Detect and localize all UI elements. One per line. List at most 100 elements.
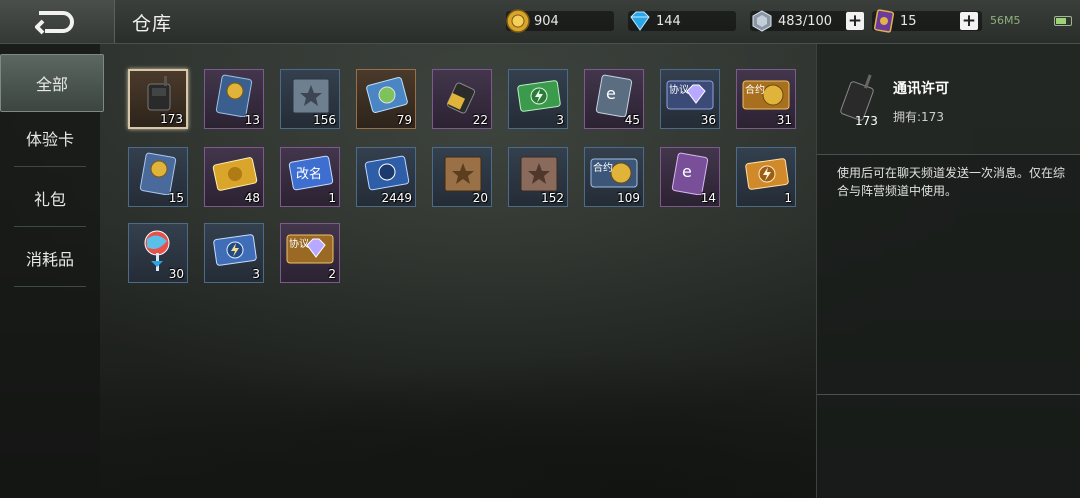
agreement-diamond-icon: 协议 — [666, 80, 714, 110]
gold-star-book-icon — [444, 156, 482, 192]
gold-walkie-talkie-icon — [446, 82, 476, 114]
item-count: 36 — [700, 113, 716, 127]
item-slot[interactable]: 173 — [128, 69, 188, 129]
background-hills — [100, 328, 816, 498]
item-slot[interactable]: 22 — [432, 69, 492, 129]
diamond-resource: 144 — [628, 10, 736, 32]
double-gold-card-icon — [139, 152, 177, 195]
tab-label: 消耗品 — [25, 250, 74, 269]
category-sidebar: 全部 体验卡 礼包 消耗品 — [0, 44, 104, 498]
item-slot[interactable]: 48 — [204, 147, 264, 207]
diamond-value: 144 — [656, 13, 681, 29]
detail-owned: 拥有:173 — [893, 110, 944, 124]
item-detail-panel: 173 通讯许可 拥有:173 使用后可在聊天频道发送一次消息。仅在综合与阵营频… — [816, 44, 1080, 498]
item-count: 3 — [252, 267, 260, 281]
top-bar: 仓库 904 144 483/100 + 15 + 56M5 — [0, 0, 1080, 44]
detail-divider — [817, 394, 1080, 395]
back-arrow-icon — [35, 10, 74, 34]
blue-badge-ticket-icon — [364, 155, 410, 191]
item-slot[interactable]: e 45 — [584, 69, 644, 129]
item-count: 22 — [472, 113, 488, 127]
item-slot[interactable]: 协议 2 — [280, 223, 340, 283]
battery-icon — [1054, 16, 1072, 26]
item-slot[interactable]: 152 — [508, 147, 568, 207]
item-slot[interactable]: 79 — [356, 69, 416, 129]
item-count: 152 — [541, 191, 564, 205]
diamond-icon — [630, 11, 650, 31]
ticket-card-icon — [873, 9, 895, 33]
item-count: 15 — [168, 191, 184, 205]
add-ticket-button[interactable]: + — [960, 12, 978, 30]
crystal-value: 483/100 — [778, 13, 833, 29]
blue-lightning-card-icon — [213, 234, 257, 266]
item-slot[interactable]: 合约 31 — [736, 69, 796, 129]
tab-all[interactable]: 全部 — [0, 54, 104, 112]
detail-header: 173 通讯许可 拥有:173 — [817, 44, 1080, 155]
item-count: 79 — [396, 113, 412, 127]
tab-label: 礼包 — [33, 190, 66, 209]
item-count: 3 — [556, 113, 564, 127]
item-slot[interactable]: 改名 1 — [280, 147, 340, 207]
svg-text:e: e — [606, 84, 616, 103]
item-slot[interactable]: 13 — [204, 69, 264, 129]
item-count: 1 — [328, 191, 336, 205]
gold-ticket-icon — [212, 157, 258, 191]
item-slot[interactable]: 156 — [280, 69, 340, 129]
orange-lightning-card-icon — [745, 158, 789, 190]
item-count: 2449 — [381, 191, 412, 205]
item-count: 48 — [244, 191, 260, 205]
svg-text:e: e — [682, 162, 692, 181]
item-slot[interactable]: e 14 — [660, 147, 720, 207]
page-title: 仓库 — [132, 13, 173, 35]
item-slot[interactable]: 1 — [736, 147, 796, 207]
item-count: 173 — [160, 112, 183, 126]
crystal-resource: 483/100 — [750, 10, 848, 32]
gold-coin-icon — [506, 9, 530, 33]
item-slot[interactable]: 3 — [508, 69, 568, 129]
globe-ticket-icon — [366, 76, 408, 114]
tab-label: 体验卡 — [25, 130, 74, 149]
bronze-star-book-icon — [520, 156, 558, 192]
add-crystal-button[interactable]: + — [846, 12, 864, 30]
item-slot[interactable]: 30 — [128, 223, 188, 283]
item-count: 109 — [617, 191, 640, 205]
item-slot[interactable]: 协议 36 — [660, 69, 720, 129]
walkie-talkie-icon — [147, 76, 171, 111]
item-count: 156 — [313, 113, 336, 127]
tab-consumables[interactable]: 消耗品 — [14, 230, 86, 287]
crystal-icon — [752, 10, 772, 32]
detail-description: 使用后可在聊天频道发送一次消息。仅在综合与阵营频道中使用。 — [837, 166, 1066, 198]
agreement-diamond-icon: 协议 — [286, 234, 334, 264]
green-lightning-card-icon — [517, 80, 561, 112]
gold-value: 904 — [534, 13, 559, 29]
item-tag: 改名 — [296, 166, 322, 182]
item-count: 2 — [328, 267, 336, 281]
blue-star-book-icon — [292, 78, 330, 114]
back-button[interactable] — [0, 0, 115, 43]
tab-trial-card[interactable]: 体验卡 — [14, 110, 86, 167]
contract-coin-icon: 合约 — [742, 80, 790, 110]
tab-label: 全部 — [35, 75, 68, 94]
ticket-value: 15 — [900, 13, 917, 29]
contract-coin-icon: 合约 — [590, 158, 638, 188]
tab-gift-pack[interactable]: 礼包 — [14, 170, 86, 227]
item-slot[interactable]: 15 — [128, 147, 188, 207]
detail-item-name: 通讯许可 — [893, 81, 949, 97]
rename-card-icon: 改名 — [288, 155, 334, 191]
item-slot[interactable]: 2449 — [356, 147, 416, 207]
network-status: 56M5 — [990, 14, 1021, 27]
double-exp-card-icon: e — [595, 74, 633, 117]
item-slot[interactable]: 3 — [204, 223, 264, 283]
double-gold-card-icon — [215, 74, 253, 117]
item-tag: 协议 — [669, 83, 689, 96]
item-count: 45 — [624, 113, 640, 127]
item-tag: 合约 — [745, 83, 765, 96]
item-count: 30 — [168, 267, 184, 281]
item-slot[interactable]: 合约 109 — [584, 147, 644, 207]
item-count: 14 — [700, 191, 716, 205]
item-count: 1 — [784, 191, 792, 205]
detail-count: 173 — [855, 114, 878, 128]
item-tag: 协议 — [289, 237, 309, 250]
item-slot[interactable]: 20 — [432, 147, 492, 207]
item-count: 13 — [244, 113, 260, 127]
